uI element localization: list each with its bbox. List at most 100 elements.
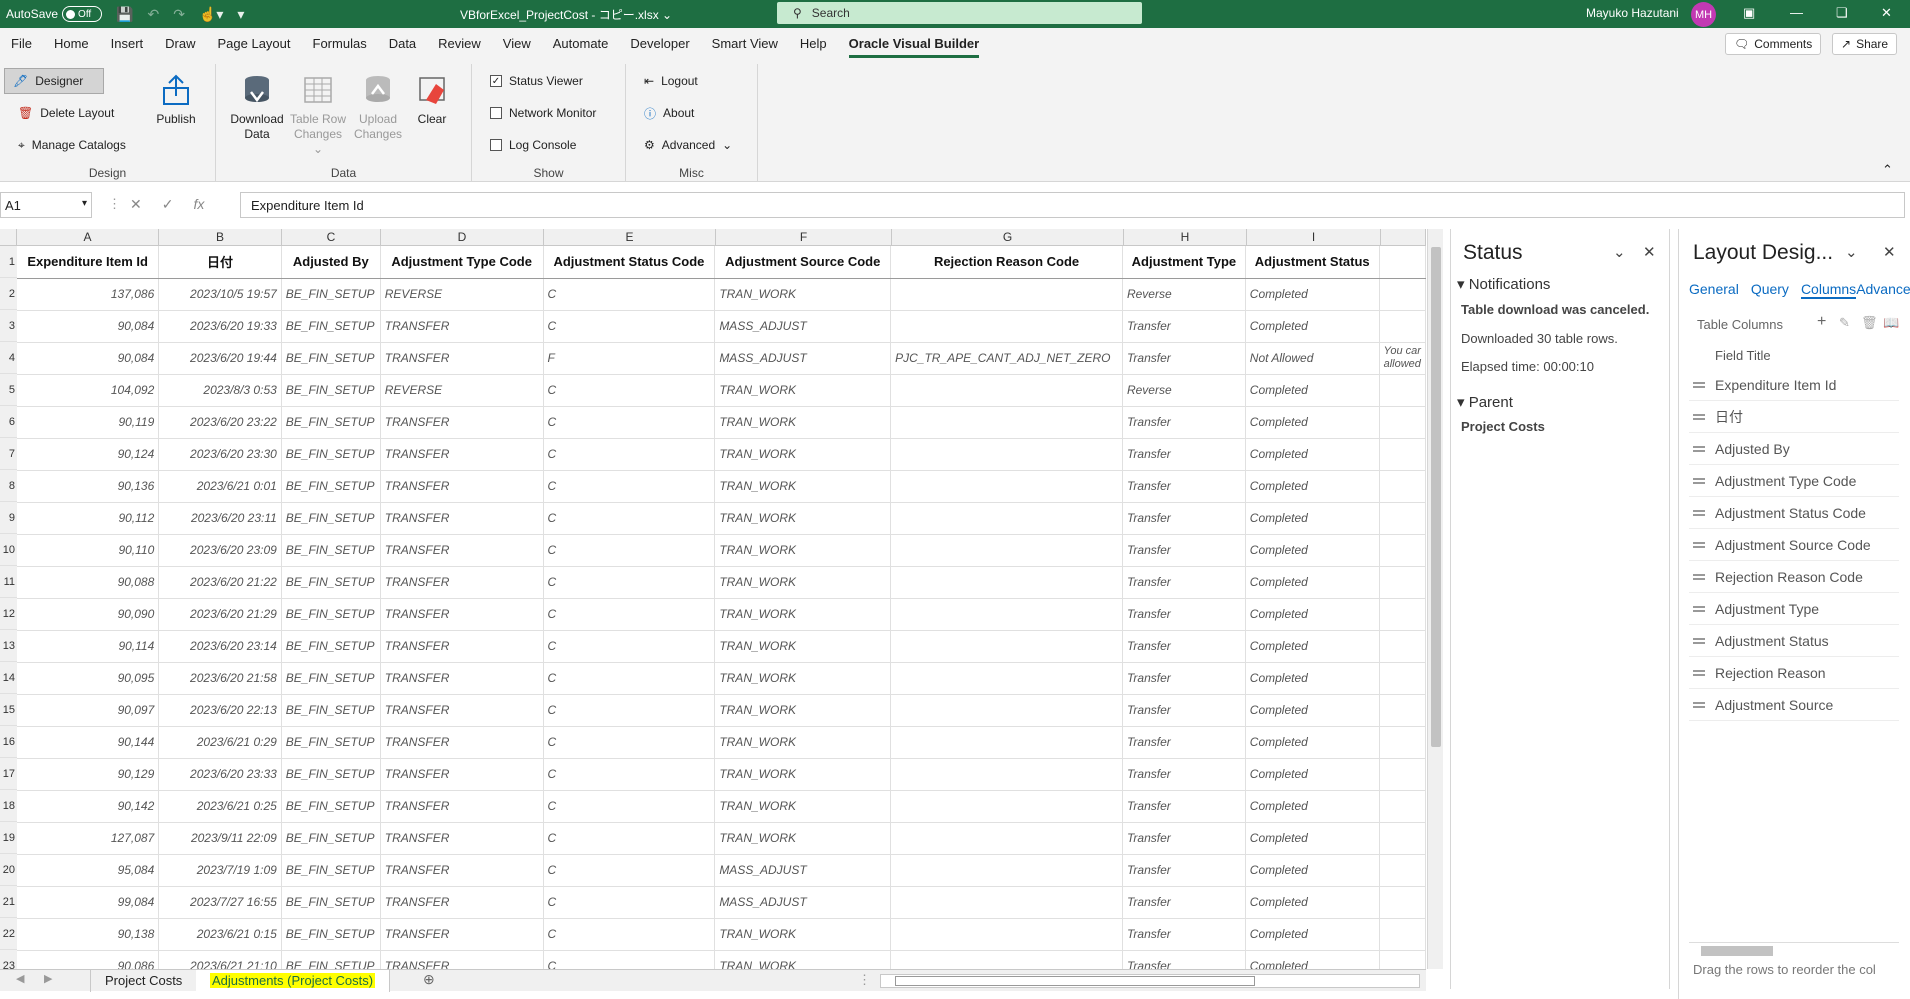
table-cell[interactable]: 2023/6/21 0:01	[158, 470, 282, 503]
field-list-item[interactable]: Adjustment Source Code	[1689, 529, 1899, 561]
table-cell[interactable]	[890, 374, 1123, 407]
table-cell[interactable]: BE_FIN_SETUP	[281, 374, 381, 407]
table-cell[interactable]: BE_FIN_SETUP	[281, 502, 381, 535]
field-list-item[interactable]: Rejection Reason Code	[1689, 561, 1899, 593]
table-cell[interactable]	[1379, 406, 1426, 439]
header-cell[interactable]: Adjustment Status	[1245, 246, 1380, 279]
table-cell[interactable]: TRAN_WORK	[714, 790, 892, 823]
table-cell[interactable]: 2023/10/5 19:57	[158, 278, 282, 311]
table-cell[interactable]: BE_FIN_SETUP	[281, 758, 381, 791]
table-cell[interactable]: BE_FIN_SETUP	[281, 406, 381, 439]
tab-developer[interactable]: Developer	[619, 28, 700, 60]
table-cell[interactable]: Transfer	[1122, 758, 1246, 791]
table-cell[interactable]: Transfer	[1122, 918, 1246, 951]
table-cell[interactable]: C	[543, 470, 716, 503]
table-cell[interactable]: TRAN_WORK	[714, 502, 892, 535]
table-cell[interactable]: TRAN_WORK	[714, 822, 892, 855]
column-header[interactable]: F	[716, 229, 892, 245]
touch-mode-icon[interactable]: ☝▾	[199, 6, 223, 23]
column-header[interactable]: D	[381, 229, 544, 245]
table-cell[interactable]: C	[543, 854, 716, 887]
clear-button[interactable]: Clear	[410, 72, 454, 127]
drag-handle-icon[interactable]	[1693, 477, 1705, 484]
table-cell[interactable]: 2023/7/19 1:09	[158, 854, 282, 887]
table-cell[interactable]: TRANSFER	[380, 502, 544, 535]
column-header[interactable]	[1381, 229, 1426, 245]
table-cell[interactable]: F	[543, 342, 716, 375]
sheet-tab-adjustments[interactable]: Adjustments (Project Costs)	[196, 970, 391, 992]
table-cell[interactable]: TRAN_WORK	[714, 758, 892, 791]
table-cell[interactable]: Completed	[1245, 918, 1380, 951]
field-list-item[interactable]: Adjustment Type	[1689, 593, 1899, 625]
comments-button[interactable]: 🗨 Comments	[1725, 33, 1822, 55]
table-cell[interactable]	[890, 790, 1123, 823]
table-cell[interactable]: TRAN_WORK	[714, 598, 892, 631]
table-cell[interactable]: Completed	[1245, 854, 1380, 887]
row-header[interactable]: 8	[0, 470, 17, 502]
row-header[interactable]: 2	[0, 278, 17, 310]
drag-handle-icon[interactable]	[1693, 445, 1705, 452]
table-cell[interactable]: Completed	[1245, 566, 1380, 599]
table-cell[interactable]	[1379, 310, 1426, 343]
table-cell[interactable]: BE_FIN_SETUP	[281, 470, 381, 503]
row-header[interactable]: 9	[0, 502, 17, 534]
column-header[interactable]: I	[1247, 229, 1381, 245]
table-cell[interactable]: C	[543, 406, 716, 439]
table-cell[interactable]	[1379, 758, 1426, 791]
table-cell[interactable]: Completed	[1245, 694, 1380, 727]
table-cell[interactable]: Transfer	[1122, 854, 1246, 887]
redo-icon[interactable]: ↷	[173, 6, 185, 23]
table-cell[interactable]: Transfer	[1122, 790, 1246, 823]
table-cell[interactable]: 90,112	[17, 502, 160, 535]
table-cell[interactable]: 104,092	[17, 374, 160, 407]
notifications-header[interactable]: ▾ Notifications	[1457, 275, 1550, 293]
table-cell[interactable]: Transfer	[1122, 726, 1246, 759]
table-cell[interactable]: BE_FIN_SETUP	[281, 662, 381, 695]
drag-handle-icon[interactable]	[1693, 413, 1705, 420]
table-cell[interactable]: 2023/6/20 19:44	[158, 342, 282, 375]
table-cell[interactable]: C	[543, 886, 716, 919]
table-cell[interactable]: Completed	[1245, 278, 1380, 311]
share-button[interactable]: ↗ Share	[1832, 33, 1898, 55]
table-cell[interactable]: TRANSFER	[380, 438, 544, 471]
tab-draw[interactable]: Draw	[154, 28, 206, 60]
table-cell[interactable]: 2023/6/21 21:10	[158, 950, 282, 969]
table-cell[interactable]: Completed	[1245, 662, 1380, 695]
table-cell[interactable]: 127,087	[17, 822, 160, 855]
table-cell[interactable]: TRANSFER	[380, 598, 544, 631]
table-cell[interactable]	[1379, 790, 1426, 823]
table-cell[interactable]: You car allowed	[1379, 342, 1426, 375]
tab-view[interactable]: View	[492, 28, 542, 60]
field-list-item[interactable]: Rejection Reason	[1689, 657, 1899, 689]
table-cell[interactable]: Transfer	[1122, 598, 1246, 631]
table-cell[interactable]: TRANSFER	[380, 758, 544, 791]
table-cell[interactable]: BE_FIN_SETUP	[281, 438, 381, 471]
table-cell[interactable]: Transfer	[1122, 438, 1246, 471]
table-cell[interactable]: C	[543, 918, 716, 951]
table-cell[interactable]: C	[543, 790, 716, 823]
table-cell[interactable]	[1379, 470, 1426, 503]
header-cell[interactable]: Rejection Reason Code	[890, 246, 1123, 279]
table-cell[interactable]	[1379, 566, 1426, 599]
tab-columns[interactable]: Columns	[1800, 281, 1857, 299]
row-header[interactable]: 4	[0, 342, 17, 374]
chevron-down-icon[interactable]: ⌄	[1613, 243, 1626, 261]
table-cell[interactable]: 90,144	[17, 726, 160, 759]
table-cell[interactable]: Transfer	[1122, 694, 1246, 727]
table-cell[interactable]	[890, 918, 1123, 951]
table-cell[interactable]: TRANSFER	[380, 342, 544, 375]
row-header[interactable]: 6	[0, 406, 17, 438]
table-cell[interactable]: TRANSFER	[380, 406, 544, 439]
table-cell[interactable]	[890, 630, 1123, 663]
table-cell[interactable]	[890, 278, 1123, 311]
column-header[interactable]: C	[282, 229, 381, 245]
table-cell[interactable]: C	[543, 310, 716, 343]
table-cell[interactable]: Completed	[1245, 950, 1380, 969]
table-cell[interactable]: 2023/6/20 19:33	[158, 310, 282, 343]
table-cell[interactable]: TRANSFER	[380, 630, 544, 663]
drag-handle-icon[interactable]	[1693, 605, 1705, 612]
column-header[interactable]: E	[544, 229, 716, 245]
table-cell[interactable]: BE_FIN_SETUP	[281, 566, 381, 599]
column-header[interactable]: B	[159, 229, 282, 245]
row-header[interactable]: 20	[0, 854, 17, 886]
